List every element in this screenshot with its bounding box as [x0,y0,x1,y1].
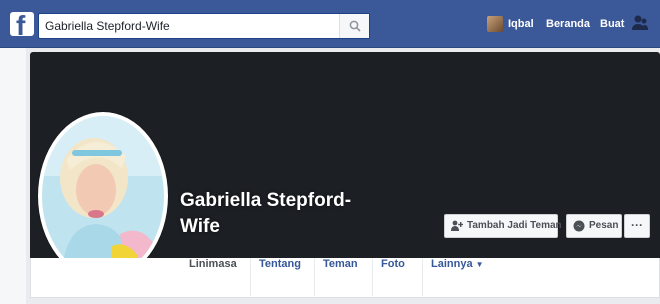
nav-create-link[interactable]: Buat [600,18,624,30]
tab-label: Teman [323,258,358,270]
add-friend-label: Tambah Jadi Teman [467,220,562,231]
tab-more[interactable]: Lainnya ▼ [423,258,507,296]
profile-picture[interactable] [38,112,168,280]
left-sidebar-strip [0,48,26,304]
tab-label: Lainnya [431,258,473,270]
friend-requests-icon[interactable] [632,14,648,34]
facebook-logo-letter: f [16,10,26,41]
nav-user-name[interactable]: Iqbal [508,18,534,30]
nav-home-link[interactable]: Beranda [546,18,590,30]
tab-timeline[interactable]: Linimasa [181,258,251,296]
top-navigation-bar: f Iqbal Beranda Buat [0,0,660,48]
tab-photos[interactable]: Foto [373,258,423,296]
tab-label: Foto [381,258,405,270]
search-button[interactable] [339,14,369,38]
more-options-button[interactable]: ··· [624,214,650,238]
profile-photo-illustration [42,116,164,276]
search-icon [349,20,361,32]
profile-name: Gabriella Stepford-Wife [180,190,352,237]
profile-tab-bar: Linimasa Tentang Teman Foto Lainnya ▼ [30,258,660,298]
facebook-logo[interactable]: f [10,10,34,41]
search-input[interactable] [39,14,339,38]
chevron-down-icon: ▼ [475,260,484,269]
messenger-icon [573,220,585,232]
add-friend-button[interactable]: Tambah Jadi Teman [444,214,562,238]
message-button[interactable]: Pesan [566,214,622,238]
search-box [38,13,370,39]
add-friend-icon [451,220,463,231]
tab-label: Tentang [259,258,301,270]
user-avatar[interactable] [487,16,503,32]
tab-friends[interactable]: Teman [315,258,373,296]
tab-label: Linimasa [189,258,237,270]
tab-about[interactable]: Tentang [251,258,315,296]
message-label: Pesan [589,220,619,231]
